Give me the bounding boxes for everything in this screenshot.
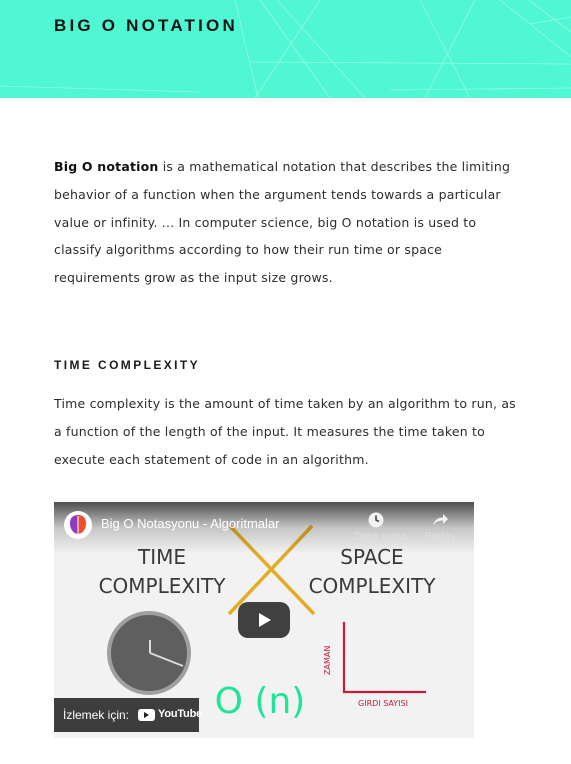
clock-icon bbox=[368, 512, 384, 528]
intro-term: Big O notation bbox=[54, 159, 159, 174]
thumbnail-x-axis-label: GIRDI SAYISI bbox=[358, 699, 408, 708]
thumbnail-space-line-2: COMPLEXITY bbox=[309, 574, 437, 598]
hero-background-lines bbox=[0, 0, 571, 98]
brain-logo-icon bbox=[65, 512, 91, 538]
youtube-label: YouTube bbox=[158, 708, 203, 720]
thumbnail-time-line-2: COMPLEXITY bbox=[99, 574, 227, 598]
page: BIG O NOTATION Big O notation is a mathe… bbox=[0, 0, 571, 764]
video-title-link[interactable]: Big O Notasyonu - Algoritmalar bbox=[101, 516, 279, 531]
youtube-play-icon bbox=[138, 709, 155, 721]
thumbnail-y-axis-label: ZAMAN bbox=[323, 646, 332, 675]
play-icon bbox=[259, 613, 271, 627]
page-title: BIG O NOTATION bbox=[54, 16, 238, 35]
watch-later-button[interactable]: Daha sonra... bbox=[354, 511, 415, 542]
share-arrow-icon bbox=[433, 514, 448, 525]
intro-paragraph: Big O notation is a mathematical notatio… bbox=[54, 153, 524, 292]
intro-section: Big O notation is a mathematical notatio… bbox=[54, 153, 524, 292]
hero-header: BIG O NOTATION bbox=[0, 0, 571, 98]
thumbnail-big-o: O (n) bbox=[215, 681, 306, 722]
watch-later-label: Daha sonra... bbox=[354, 531, 415, 542]
share-label: Paylaş bbox=[424, 531, 455, 542]
watch-on-youtube-button[interactable]: İzlemek için: YouTube bbox=[54, 698, 202, 732]
time-complexity-paragraph: Time complexity is the amount of time ta… bbox=[54, 396, 516, 467]
youtube-logo: YouTube bbox=[138, 708, 202, 722]
watch-on-label: İzlemek için: bbox=[63, 708, 130, 722]
channel-avatar[interactable] bbox=[64, 511, 92, 539]
section-heading-time-complexity: TIME COMPLEXITY bbox=[54, 357, 201, 372]
intro-text: is a mathematical notation that describe… bbox=[54, 159, 511, 286]
share-button[interactable]: Paylaş bbox=[418, 511, 462, 542]
play-button[interactable] bbox=[238, 602, 290, 638]
youtube-video-embed[interactable]: TIME COMPLEXITY SPACE COMPLEXITY O (n) Z… bbox=[54, 502, 474, 738]
